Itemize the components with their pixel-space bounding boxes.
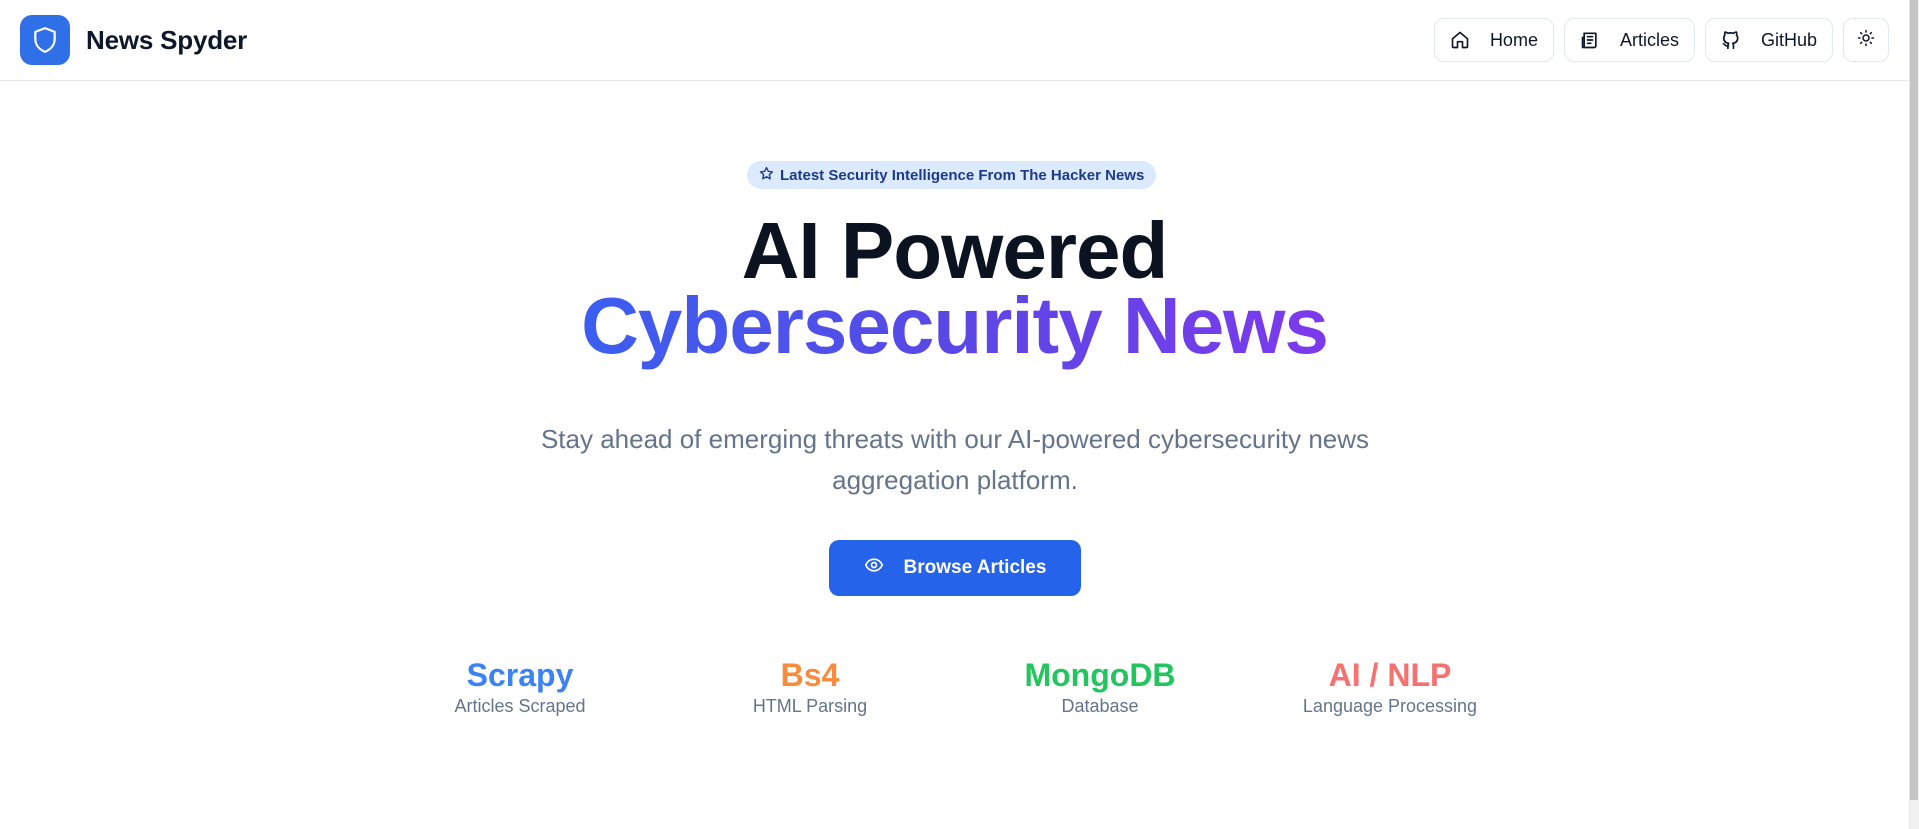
hero-subtitle: Stay ahead of emerging threats with our … <box>540 424 1370 495</box>
stat-label: HTML Parsing <box>752 696 868 717</box>
nav-home-button[interactable]: Home <box>1433 18 1554 62</box>
nav-articles-button[interactable]: Articles <box>1563 18 1695 62</box>
page: News Spyder Home Articles GitHub Latest … <box>0 0 1919 829</box>
brand[interactable]: News Spyder <box>20 15 247 65</box>
browse-articles-button[interactable]: Browse Articles <box>829 540 1081 596</box>
main-nav: Home Articles GitHub <box>1433 18 1889 62</box>
top-navbar: News Spyder Home Articles GitHub <box>0 0 1909 81</box>
nav-articles-label: Articles <box>1619 29 1679 50</box>
hero-title-line2: Cybersecurity News <box>0 286 1909 366</box>
stat-bs4: Bs4 HTML Parsing <box>680 656 940 717</box>
browse-articles-label: Browse Articles <box>903 557 1047 578</box>
shield-logo-icon <box>20 15 70 65</box>
sun-icon <box>1857 29 1875 52</box>
newspaper-icon <box>1580 30 1600 50</box>
stat-scrapy: Scrapy Articles Scraped <box>390 656 650 717</box>
stat-value: AI / NLP <box>1328 657 1452 693</box>
nav-github-label: GitHub <box>1760 29 1817 50</box>
stat-mongodb: MongoDB Database <box>970 656 1230 717</box>
hero-title-line1: AI Powered <box>741 206 1169 295</box>
vertical-scrollbar[interactable] <box>1909 0 1919 829</box>
star-icon <box>759 166 774 185</box>
stat-label: Articles Scraped <box>454 696 586 717</box>
stat-value: MongoDB <box>1024 657 1176 693</box>
hero-title-gradient-text: Cybersecurity News <box>581 281 1329 370</box>
stat-ai-nlp: AI / NLP Language Processing <box>1260 656 1520 717</box>
scrollbar-thumb[interactable] <box>1910 0 1918 800</box>
stat-value: Bs4 <box>780 657 840 693</box>
hero-badge: Latest Security Intelligence From The Ha… <box>747 161 1157 189</box>
eye-icon <box>864 555 884 581</box>
nav-home-label: Home <box>1489 29 1538 50</box>
nav-github-button[interactable]: GitHub <box>1704 18 1833 62</box>
stat-value: Scrapy <box>466 657 574 693</box>
stat-label: Language Processing <box>1302 696 1478 717</box>
home-icon <box>1450 30 1470 50</box>
hero-badge-text: Latest Security Intelligence From The Ha… <box>780 166 1145 184</box>
stat-label: Database <box>1061 696 1139 717</box>
brand-name: News Spyder <box>86 24 248 55</box>
github-icon <box>1721 30 1741 50</box>
theme-toggle-button[interactable] <box>1843 18 1889 62</box>
